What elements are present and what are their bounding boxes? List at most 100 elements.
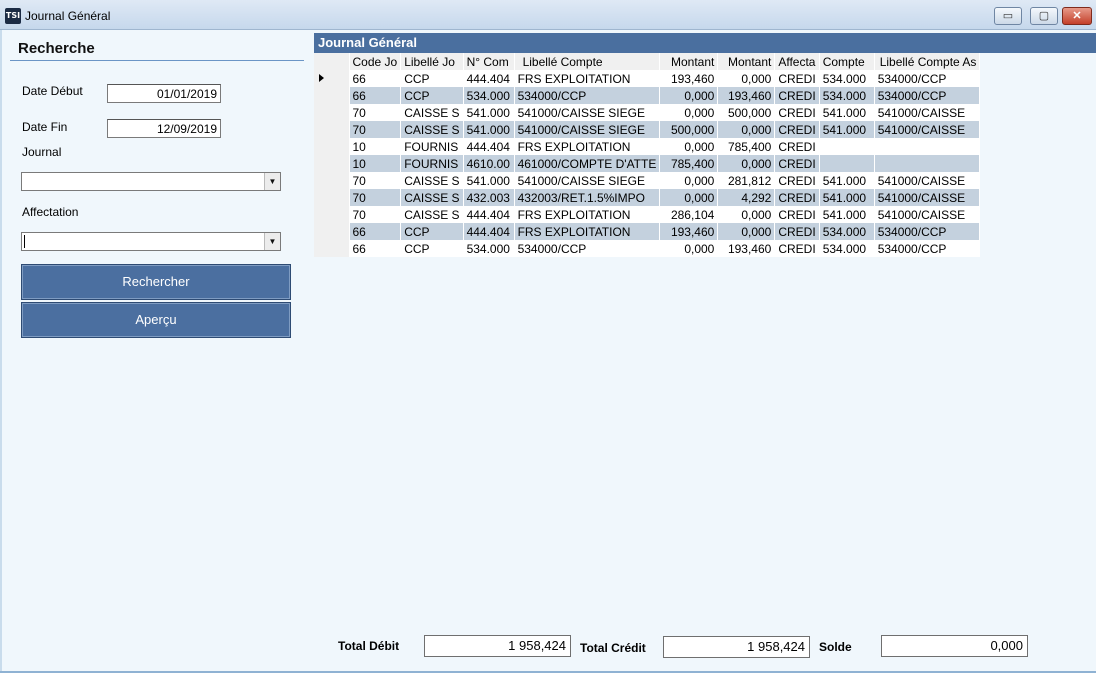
table-cell[interactable]: 193,460 — [717, 87, 776, 104]
table-row[interactable]: 70 CAISSE S 541.000 541000/CAISSE SIEGE 0,00… — [314, 172, 981, 189]
table-cell[interactable]: 432003/RET.1.5%IMPO — [514, 189, 661, 206]
column-header[interactable]: Libellé Jo — [400, 53, 464, 70]
table-cell[interactable]: 534000/CCP — [874, 240, 981, 257]
row-indicator[interactable] — [314, 189, 350, 206]
table-cell[interactable]: 70 — [349, 206, 402, 223]
table-cell[interactable]: 541000/CAISSE — [874, 121, 981, 138]
chevron-down-icon[interactable]: ▼ — [264, 233, 280, 250]
table-row[interactable]: 70 CAISSE S 541.000 541000/CAISSE SIEGE 500,… — [314, 121, 981, 138]
table-cell[interactable]: CREDI — [774, 87, 820, 104]
table-cell[interactable]: 534.000 — [819, 223, 875, 240]
table-cell[interactable]: 193,460 — [717, 240, 776, 257]
table-cell[interactable]: 66 — [349, 70, 402, 87]
table-cell[interactable]: CREDI — [774, 70, 820, 87]
table-cell[interactable]: 541000/CAISSE — [874, 206, 981, 223]
table-cell[interactable]: 0,000 — [659, 138, 719, 155]
table-cell[interactable]: 0,000 — [659, 172, 719, 189]
table-cell[interactable]: CREDI — [774, 121, 820, 138]
row-indicator[interactable] — [314, 87, 350, 104]
table-cell[interactable]: 0,000 — [659, 104, 719, 121]
date-debut-input[interactable] — [107, 84, 221, 103]
table-cell[interactable]: 0,000 — [717, 70, 776, 87]
table-cell[interactable]: 0,000 — [717, 223, 776, 240]
table-cell[interactable]: CREDI — [774, 240, 820, 257]
row-indicator[interactable] — [314, 223, 350, 240]
table-cell[interactable]: CREDI — [774, 138, 820, 155]
column-header[interactable]: Libellé Compte As — [874, 53, 981, 70]
table-cell[interactable]: 70 — [349, 189, 402, 206]
table-cell[interactable] — [819, 155, 875, 172]
table-cell[interactable]: 534000/CCP — [874, 70, 981, 87]
table-cell[interactable]: CAISSE S — [400, 104, 464, 121]
table-cell[interactable]: 534.000 — [819, 70, 875, 87]
table-cell[interactable]: CAISSE S — [400, 206, 464, 223]
table-cell[interactable]: 541000/CAISSE SIEGE — [514, 172, 661, 189]
table-cell[interactable]: CAISSE S — [400, 121, 464, 138]
table-row[interactable]: 66 CCP 534.000 534000/CCP 0,000 193,460 CREDI 5… — [314, 87, 981, 104]
table-row[interactable]: 70 CAISSE S 432.003 432003/RET.1.5%IMPO 0,00… — [314, 189, 981, 206]
table-cell[interactable]: 541.000 — [819, 172, 875, 189]
table-cell[interactable]: 4610.00 — [463, 155, 515, 172]
table-cell[interactable]: 541000/CAISSE SIEGE — [514, 121, 661, 138]
table-cell[interactable]: CAISSE S — [400, 172, 464, 189]
table-cell[interactable] — [874, 155, 981, 172]
table-cell[interactable]: 500,000 — [659, 121, 719, 138]
affectation-select[interactable]: ▼ — [21, 232, 281, 251]
table-cell[interactable]: 193,460 — [659, 223, 719, 240]
column-header[interactable]: Montant — [659, 53, 719, 70]
table-cell[interactable]: CREDI — [774, 104, 820, 121]
table-cell[interactable]: 534000/CCP — [874, 223, 981, 240]
table-row[interactable]: 70 CAISSE S 444.404 FRS EXPLOITATION 286,104… — [314, 206, 981, 223]
table-cell[interactable]: CCP — [400, 70, 464, 87]
table-cell[interactable]: 0,000 — [717, 121, 776, 138]
table-cell[interactable]: 541.000 — [819, 206, 875, 223]
table-cell[interactable]: 0,000 — [717, 155, 776, 172]
table-cell[interactable]: 0,000 — [659, 240, 719, 257]
column-header[interactable]: Libellé Compte — [514, 53, 661, 70]
table-cell[interactable]: 10 — [349, 155, 402, 172]
table-cell[interactable]: 4,292 — [717, 189, 776, 206]
table-cell[interactable]: 193,460 — [659, 70, 719, 87]
column-header[interactable]: N° Com — [463, 53, 515, 70]
column-header[interactable]: Code Jo — [349, 53, 402, 70]
table-cell[interactable]: 785,400 — [659, 155, 719, 172]
row-indicator[interactable] — [314, 155, 350, 172]
table-cell[interactable]: 66 — [349, 223, 402, 240]
table-cell[interactable]: 534.000 — [819, 240, 875, 257]
journal-select[interactable]: ▼ — [21, 172, 281, 191]
table-cell[interactable]: CREDI — [774, 223, 820, 240]
table-cell[interactable]: FOURNIS — [400, 138, 464, 155]
row-indicator[interactable] — [314, 240, 350, 257]
table-cell[interactable]: FOURNIS — [400, 155, 464, 172]
row-indicator[interactable] — [314, 70, 350, 87]
date-fin-input[interactable] — [107, 119, 221, 138]
table-cell[interactable]: 66 — [349, 240, 402, 257]
table-cell[interactable]: FRS EXPLOITATION — [514, 70, 661, 87]
table-cell[interactable]: 444.404 — [463, 138, 515, 155]
table-cell[interactable] — [874, 138, 981, 155]
row-indicator[interactable] — [314, 121, 350, 138]
table-row[interactable]: 66 CCP 444.404 FRS EXPLOITATION 193,460 0,000… — [314, 223, 981, 240]
table-cell[interactable]: 541.000 — [819, 104, 875, 121]
table-cell[interactable]: 534000/CCP — [514, 87, 661, 104]
row-indicator[interactable] — [314, 206, 350, 223]
table-cell[interactable]: 70 — [349, 172, 402, 189]
table-row[interactable]: 66 CCP 444.404 FRS EXPLOITATION 193,460 0,000… — [314, 70, 981, 87]
table-cell[interactable]: FRS EXPLOITATION — [514, 206, 661, 223]
table-cell[interactable]: 541000/CAISSE — [874, 104, 981, 121]
journal-grid[interactable]: Code Jo Libellé Jo N° Com Libellé Compte… — [314, 53, 981, 257]
table-cell[interactable]: FRS EXPLOITATION — [514, 138, 661, 155]
table-cell[interactable]: CCP — [400, 87, 464, 104]
table-cell[interactable]: 70 — [349, 121, 402, 138]
table-cell[interactable]: 541.000 — [463, 121, 515, 138]
table-row[interactable]: 10 FOURNIS 4610.00 461000/COMPTE D'ATTE 785,… — [314, 155, 981, 172]
table-cell[interactable]: CAISSE S — [400, 189, 464, 206]
preview-button[interactable]: Aperçu — [21, 302, 291, 338]
table-cell[interactable]: 0,000 — [659, 87, 719, 104]
table-cell[interactable]: 534000/CCP — [514, 240, 661, 257]
table-cell[interactable]: 541.000 — [819, 121, 875, 138]
table-cell[interactable]: 432.003 — [463, 189, 515, 206]
table-cell[interactable]: CCP — [400, 223, 464, 240]
table-cell[interactable]: 444.404 — [463, 223, 515, 240]
table-cell[interactable]: CREDI — [774, 206, 820, 223]
